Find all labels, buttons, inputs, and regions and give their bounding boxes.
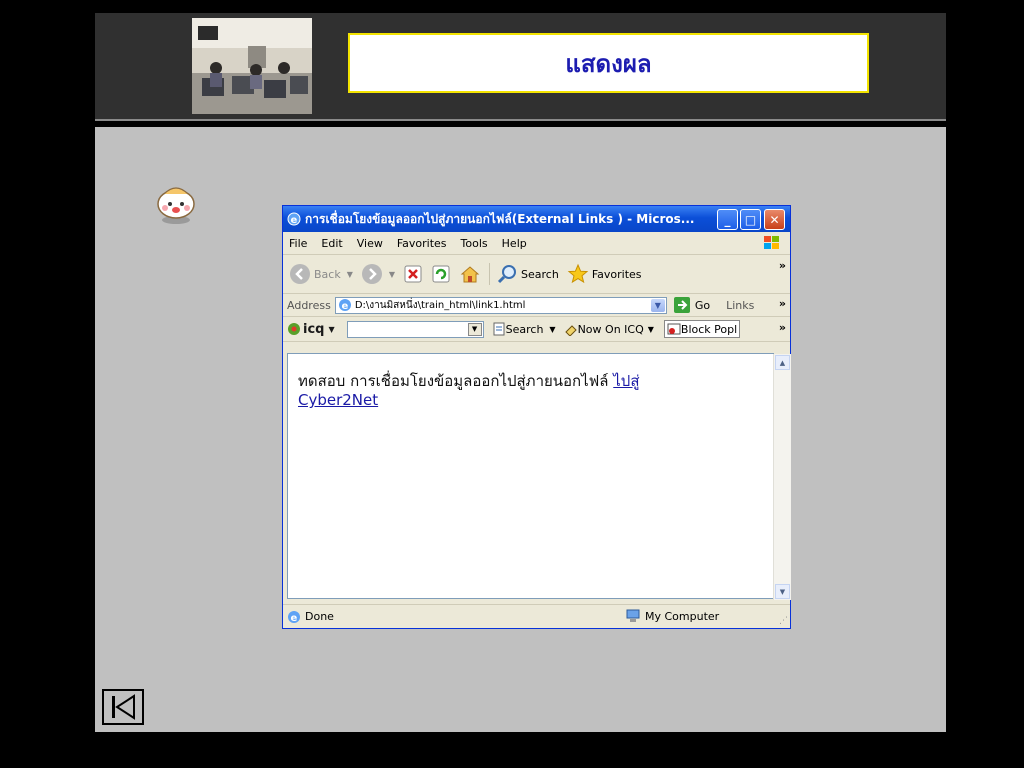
icq-chevron-icon[interactable]: » [779,321,786,334]
back-button[interactable]: Back ▼ [289,263,353,285]
back-label: Back [314,267,341,281]
address-input[interactable]: e D:\งานมิสหนึ่ง\train_html\link1.html ▼ [334,296,667,314]
go-button[interactable]: Go [673,296,710,314]
status-text: Done [305,610,334,623]
icq-search-dropdown-icon: ▼ [549,324,556,334]
icq-search-button[interactable]: Search ▼ [492,322,556,336]
stop-button[interactable] [403,264,423,284]
home-button[interactable] [459,264,481,284]
menu-bar: File Edit View Favorites Tools Help [283,232,790,255]
favorites-star-icon [567,263,589,284]
page-icon: e [338,299,351,312]
close-button[interactable]: ✕ [764,209,785,230]
now-on-icq-label: Now On ICQ [577,322,644,336]
window-titlebar[interactable]: e การเชื่อมโยงข้อมูลออกไปสู่ภายนอกไฟล์(E… [283,206,790,232]
go-arrow-icon [673,297,690,313]
icq-brand-label: icq [303,321,325,337]
zone-label: My Computer [645,609,720,623]
links-label[interactable]: Links [726,299,754,312]
slide-content: e การเชื่อมโยงข้อมูลออกไปสู่ภายนอกไฟล์(E… [95,127,946,732]
header-divider [95,119,946,121]
window-title: การเชื่อมโยงข้อมูลออกไปสู่ภายนอกไฟล์(Ext… [305,211,695,226]
page-viewport: ทดสอบ การเชื่อมโยงข้อมูลออกไปสู่ภายนอกไฟ… [287,353,791,600]
status-page-icon: e [288,610,300,624]
toolbar-chevron-icon[interactable]: » [779,259,786,272]
forward-dropdown-icon[interactable]: ▼ [389,270,395,279]
svg-text:e: e [291,613,298,624]
close-icon: ✕ [769,212,780,227]
now-on-icq-dropdown-icon: ▼ [647,324,654,334]
ie-icon: e [287,212,301,226]
icq-flower-icon [288,323,300,335]
maximize-icon: □ [744,212,757,227]
page-text: ทดสอบ การเชื่อมโยงข้อมูลออกไปสู่ภายนอกไฟ… [298,372,614,390]
address-value: D:\งานมิสหนึ่ง\train_html\link1.html [354,299,526,311]
icq-search-input[interactable]: ▼ [346,320,484,338]
page-text-block: ทดสอบ การเชื่อมโยงข้อมูลออกไปสู่ภายนอกไฟ… [298,372,698,410]
scroll-down-icon[interactable]: ▼ [775,584,790,599]
minimize-button[interactable]: _ [717,209,738,230]
my-computer-icon [626,609,640,622]
slide-header: แสดงผล [95,13,946,119]
menu-help[interactable]: Help [502,237,527,250]
security-zone: My Computer [625,608,719,624]
back-arrow-icon [290,264,310,284]
icq-search-icon [493,322,505,336]
icq-brand[interactable]: icq ▼ [287,322,335,337]
stop-icon [404,265,422,283]
computer-lab-photo [192,18,312,114]
first-slide-icon [112,694,135,720]
vertical-scrollbar[interactable]: ▲ ▼ [773,354,791,600]
forward-button[interactable]: ▼ [361,263,395,285]
search-button[interactable]: Search [489,263,559,285]
minimize-icon: _ [724,212,731,227]
svg-text:e: e [291,215,298,226]
block-popup-icon [667,323,681,335]
svg-text:e: e [341,301,348,312]
windows-logo-icon [764,236,779,249]
favorites-label: Favorites [591,267,642,281]
menu-file[interactable]: File [289,237,307,250]
menu-favorites[interactable]: Favorites [397,237,447,250]
slide-title: แสดงผล [565,48,652,78]
menu-tools[interactable]: Tools [461,237,488,250]
address-label: Address [287,298,331,312]
search-icon [497,265,517,284]
address-dropdown-icon[interactable]: ▼ [650,298,665,312]
icq-toolbar: icq ▼ ▼ Search ▼ Now On ICQ ▼ Block Popl… [283,317,790,342]
block-popups-button[interactable]: Block Popl [663,320,741,338]
resize-grip-icon[interactable]: ⋰ [779,616,788,626]
status-bar: e Done My Computer ⋰ [283,604,790,628]
maximize-button[interactable]: □ [740,209,761,230]
mascot-icon [153,180,199,226]
slide-title-box: แสดงผล [348,33,869,93]
home-icon [460,266,480,283]
menu-edit[interactable]: Edit [321,237,342,250]
back-dropdown-icon[interactable]: ▼ [347,270,353,279]
standard-toolbar: Back ▼ ▼ Search Favorites » [283,255,790,294]
go-label: Go [694,298,711,312]
forward-arrow-icon [361,264,382,284]
scroll-up-icon[interactable]: ▲ [775,355,790,370]
block-popups-label: Block Popl [680,322,738,336]
icq-input-dropdown-icon[interactable]: ▼ [467,322,482,336]
favorites-button[interactable]: Favorites [567,263,642,285]
search-label: Search [521,267,559,281]
ie-browser-window: e การเชื่อมโยงข้อมูลออกไปสู่ภายนอกไฟล์(E… [282,205,791,629]
address-bar: Address e D:\งานมิสหนึ่ง\train_html\link… [283,294,790,317]
now-on-icq-button[interactable]: Now On ICQ ▼ [564,322,654,336]
menu-view[interactable]: View [357,237,383,250]
icq-dropdown-icon: ▼ [328,324,335,334]
refresh-icon [432,265,450,283]
refresh-button[interactable] [431,264,451,284]
now-on-icq-icon [564,325,577,336]
icq-search-label: Search [505,322,544,336]
address-chevron-icon[interactable]: » [779,297,786,310]
first-slide-button[interactable] [102,689,144,725]
